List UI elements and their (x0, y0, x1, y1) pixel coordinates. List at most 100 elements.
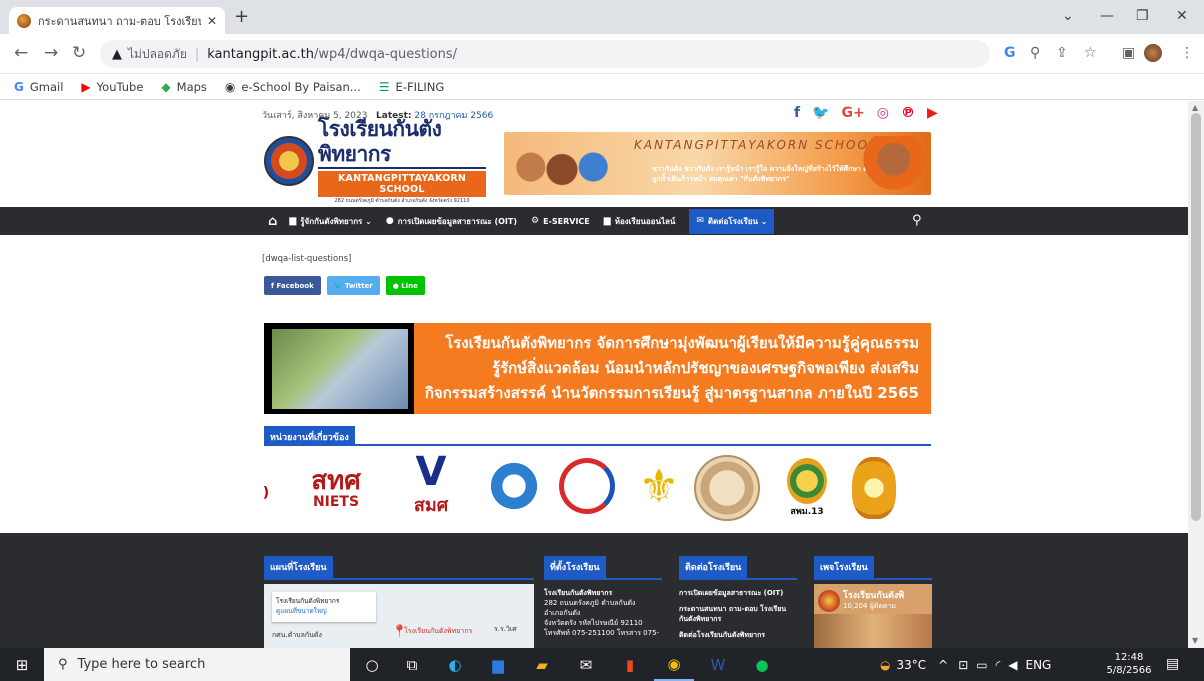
bookmark-efiling[interactable]: ☰ E-FILING (379, 80, 445, 94)
logo-onesqa[interactable]: V สมศ (400, 448, 462, 519)
address-bar[interactable]: ▲ ไม่ปลอดภัย | kantangpit.ac.th/wp4/dwqa… (100, 40, 990, 68)
map-larger-link[interactable]: ดูแผนที่ขนาดใหญ่ (276, 606, 372, 616)
restore-button[interactable]: ❐ (1136, 8, 1149, 24)
notification-icon[interactable]: ▤ (1166, 656, 1179, 672)
location-line: โรงเรียนกันตังพิทยากร (544, 589, 613, 597)
file-explorer-icon[interactable]: ▰ (522, 648, 562, 681)
logo-niets[interactable]: สทศ NIETS (286, 459, 386, 519)
contact-link[interactable]: กันตังพิทยากร (679, 614, 797, 624)
windows-start-icon[interactable]: ⊞ (0, 656, 44, 674)
url-path: /wp4/dwqa-questions/ (314, 46, 458, 62)
home-icon[interactable]: ⌂ (268, 214, 277, 229)
school-map[interactable]: โรงเรียนกันตังพิทยากร ดูแผนที่ขนาดใหญ่ 📍… (264, 584, 534, 648)
logo-moral-center[interactable] (552, 453, 622, 519)
zoom-icon[interactable]: ⚲ (1030, 45, 1040, 61)
facebook-icon[interactable]: f (794, 105, 800, 121)
onesqa-v-icon: V (415, 448, 447, 495)
nav-item-label: รู้จักกันตังพิทยากร ⌄ (300, 216, 372, 226)
back-arrow-icon[interactable]: ← (14, 44, 28, 62)
task-view-icon[interactable]: ⧉ (392, 648, 432, 681)
network-icon[interactable]: ▭ (976, 658, 987, 672)
taskbar-search[interactable]: ⚲ Type here to search (44, 648, 350, 681)
nav-item-about[interactable]: ▆ รู้จักกันตังพิทยากร ⌄ (289, 215, 372, 228)
page-avatar (818, 590, 840, 612)
logo-department[interactable] (846, 453, 902, 523)
bookmark-eschool[interactable]: ◉ e-School By Paisan... (225, 80, 361, 94)
facebook-page-widget[interactable]: โรงเรียนกันตังพิ 10,204 ผู้ติดตาม (814, 584, 932, 648)
efiling-icon: ☰ (378, 79, 390, 94)
menu-icon[interactable]: ⋮ (1180, 45, 1194, 61)
cortana-icon[interactable]: ○ (352, 648, 392, 681)
nav-item-label: การเปิดเผยข้อมูลสาธารณะ (OIT) (397, 216, 517, 226)
mail-icon[interactable]: ✉ (566, 648, 606, 681)
youtube-icon[interactable]: ▶ (927, 105, 938, 121)
weather-icon[interactable]: ◒ (880, 658, 890, 672)
chrome-icon[interactable]: ◉ (654, 648, 694, 681)
page-cover-image (814, 614, 932, 648)
line-share-button[interactable]: ● Line (385, 276, 425, 295)
page-scrollbar[interactable]: ▲ ▼ (1188, 101, 1204, 648)
pinterest-icon[interactable]: ℗ (901, 105, 915, 121)
nav-item-eservice[interactable]: ⚙ E-SERVICE (531, 216, 590, 226)
store-icon[interactable]: ▆ (478, 648, 518, 681)
side-panel-icon[interactable]: ▣ (1122, 45, 1135, 61)
profile-avatar[interactable] (1144, 44, 1162, 62)
minimize-button[interactable]: — (1100, 8, 1114, 24)
logo-ministry[interactable] (692, 453, 762, 523)
edge-icon[interactable]: ◐ (435, 648, 475, 681)
system-clock[interactable]: 12:48 5/8/2566 (1102, 651, 1156, 677)
vision-line: กิจกรรมสร้างสรรค์ นำนวัตกรรมการเรียนรู้ … (424, 384, 919, 402)
scroll-down-icon[interactable]: ▼ (1192, 636, 1198, 645)
system-tray: ◒ 33°C ^ ⊡ ▭ ◜ ◀ ENG (880, 648, 1051, 681)
warning-icon[interactable]: ▲ (112, 47, 122, 62)
line-icon[interactable]: ● (742, 648, 782, 681)
google-plus-icon[interactable]: G+ (842, 105, 865, 121)
share-icon[interactable]: ⇪ (1056, 45, 1068, 61)
volume-icon[interactable]: ◀ (1008, 658, 1017, 672)
close-tab-icon[interactable]: ✕ (207, 14, 217, 28)
wifi-icon[interactable]: ◜ (996, 658, 1001, 672)
page-viewport: วันเสาร์, สิงหาคม 5, 2023 Latest: 28 กรก… (0, 101, 1188, 648)
chevron-up-icon[interactable]: ^ (938, 658, 948, 672)
language-indicator[interactable]: ENG (1026, 658, 1052, 672)
map-place-label: ร.ร.วิเศ (494, 625, 517, 633)
meet-now-icon[interactable]: ⊡ (958, 658, 968, 672)
close-window-button[interactable]: ✕ (1176, 8, 1188, 24)
site-footer: แผนที่โรงเรียน โรงเรียนกันตังพิทยากร ดูแ… (0, 533, 1188, 648)
contact-link[interactable]: การเปิดเผยข้อมูลสาธารณะ (OIT) (679, 588, 797, 598)
instagram-icon[interactable]: ◎ (877, 105, 889, 121)
google-translate-icon[interactable]: G (1004, 45, 1016, 61)
not-secure-label[interactable]: ไม่ปลอดภัย (128, 45, 187, 64)
ministry-seal-icon (694, 455, 760, 521)
browser-tab[interactable]: กระดานสนทนา ถาม-ตอบ โรงเรียนกันต ✕ (9, 7, 225, 34)
tab-search-icon[interactable]: ⌄ (1062, 8, 1074, 24)
twitter-icon[interactable]: 🐦 (812, 105, 829, 121)
search-icon[interactable]: ⚲ (912, 213, 922, 228)
contact-link[interactable]: ติดต่อโรงเรียนกันตังพิทยากร (679, 630, 797, 640)
facebook-share-button[interactable]: f Facebook (264, 276, 321, 295)
office-icon[interactable]: ▮ (610, 648, 650, 681)
bookmark-youtube[interactable]: ▶ YouTube (81, 80, 143, 94)
new-tab-button[interactable]: + (234, 8, 249, 26)
bookmark-star-icon[interactable]: ☆ (1084, 45, 1097, 61)
logo-scout[interactable]: ⚜ (634, 453, 684, 519)
nav-item-contact[interactable]: ✉ ติดต่อโรงเรียน ⌄ (689, 208, 775, 234)
bookmark-maps[interactable]: ◆ Maps (161, 80, 207, 94)
twitter-share-button[interactable]: 🐦 Twitter (326, 276, 380, 295)
nav-item-online-class[interactable]: ▆ ห้องเรียนออนไลน์ (604, 215, 676, 228)
bookmark-gmail[interactable]: G Gmail (14, 80, 63, 94)
word-icon[interactable]: W (698, 648, 738, 681)
scroll-up-icon[interactable]: ▲ (1192, 103, 1198, 112)
nav-item-oit[interactable]: ● การเปิดเผยข้อมูลสาธารณะ (OIT) (386, 215, 517, 228)
logo-comptroller[interactable] (484, 453, 544, 519)
reload-icon[interactable]: ↻ (72, 44, 86, 62)
temperature[interactable]: 33°C (896, 658, 926, 672)
moral-center-icon (559, 458, 615, 514)
related-units-header: หน่วยงานที่เกี่ยวข้อง (264, 426, 931, 446)
vision-line: รู้รักษ์สิ่งแวดล้อม น้อมนำหลักปรัชญาของเ… (492, 359, 919, 377)
forward-arrow-icon[interactable]: → (44, 44, 58, 62)
scrollbar-thumb[interactable] (1191, 113, 1201, 521)
site-logo[interactable]: โรงเรียนกันตังพิทยากร KANTANGPITTAYAKORN… (264, 117, 486, 204)
contact-link[interactable]: กระดานสนทนา ถาม-ตอบ โรงเรียน (679, 604, 797, 614)
logo-spm13[interactable]: สพม.13 (782, 453, 832, 523)
